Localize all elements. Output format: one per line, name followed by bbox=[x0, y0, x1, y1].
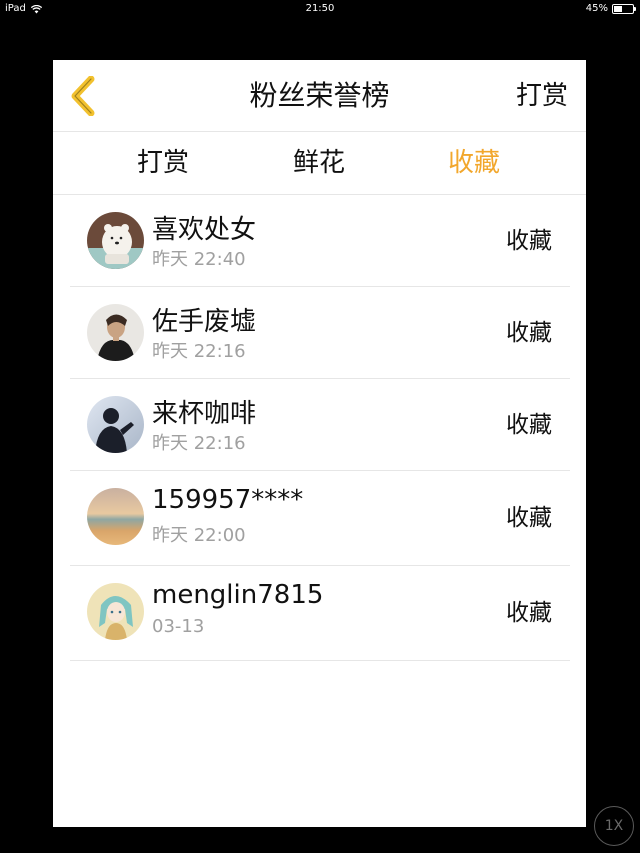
fan-list: 喜欢处女 昨天 22:40 收藏 佐手废墟 昨天 22:16 收藏 来杯咖啡 昨… bbox=[70, 195, 570, 661]
fan-name: 来杯咖啡 bbox=[152, 399, 257, 429]
fan-action-label: 收藏 bbox=[506, 228, 552, 254]
fan-name: 喜欢处女 bbox=[152, 215, 257, 245]
list-item[interactable]: 来杯咖啡 昨天 22:16 收藏 bbox=[70, 379, 570, 471]
battery-percent: 45% bbox=[585, 3, 608, 14]
battery-fill bbox=[614, 6, 623, 12]
list-item[interactable]: menglin7815 03-13 收藏 bbox=[70, 566, 570, 661]
playback-speed-button[interactable]: 1X bbox=[594, 806, 634, 846]
app-panel: 粉丝荣誉榜 打赏 打赏 鲜花 收藏 喜欢处女 昨天 22:40 收藏 佐手废墟 … bbox=[53, 60, 586, 827]
fan-action-label: 收藏 bbox=[506, 600, 552, 626]
person-avatar bbox=[87, 304, 144, 361]
status-right: 45% bbox=[585, 0, 636, 18]
fan-time: 昨天 22:16 bbox=[152, 341, 246, 362]
tab-favorites[interactable]: 收藏 bbox=[448, 132, 500, 194]
fan-time: 03-13 bbox=[152, 616, 205, 637]
tab-bar: 打赏 鲜花 收藏 bbox=[53, 132, 586, 195]
list-item[interactable]: 佐手废墟 昨天 22:16 收藏 bbox=[70, 287, 570, 379]
fan-time: 昨天 22:40 bbox=[152, 249, 246, 270]
bear-avatar bbox=[87, 212, 144, 269]
fan-name: menglin7815 bbox=[152, 580, 324, 610]
silhouette-avatar bbox=[87, 396, 144, 453]
fan-action-label: 收藏 bbox=[506, 320, 552, 346]
fan-action-label: 收藏 bbox=[506, 412, 552, 438]
fan-time: 昨天 22:00 bbox=[152, 525, 246, 546]
tab-reward[interactable]: 打赏 bbox=[137, 132, 189, 194]
list-item[interactable]: 喜欢处女 昨天 22:40 收藏 bbox=[70, 195, 570, 287]
status-bar: iPad 21:50 45% bbox=[0, 0, 640, 18]
tab-flowers[interactable]: 鲜花 bbox=[293, 132, 345, 194]
fan-name: 佐手废墟 bbox=[152, 307, 257, 337]
screen: iPad 21:50 45% 粉丝荣誉榜 打赏 打赏 鲜花 收藏 喜欢处女 昨天… bbox=[0, 0, 640, 853]
battery-icon bbox=[612, 4, 636, 14]
anime-girl-avatar bbox=[87, 583, 144, 640]
page-title: 粉丝荣誉榜 bbox=[249, 79, 390, 112]
sunset-avatar bbox=[87, 488, 144, 545]
nav-bar: 粉丝荣誉榜 打赏 bbox=[53, 60, 586, 132]
reward-button[interactable]: 打赏 bbox=[516, 60, 568, 132]
status-time: 21:50 bbox=[305, 3, 335, 14]
fan-name: 159957**** bbox=[152, 485, 304, 515]
list-item[interactable]: 159957**** 昨天 22:00 收藏 bbox=[70, 471, 570, 566]
fan-time: 昨天 22:16 bbox=[152, 433, 246, 454]
fan-action-label: 收藏 bbox=[506, 505, 552, 531]
